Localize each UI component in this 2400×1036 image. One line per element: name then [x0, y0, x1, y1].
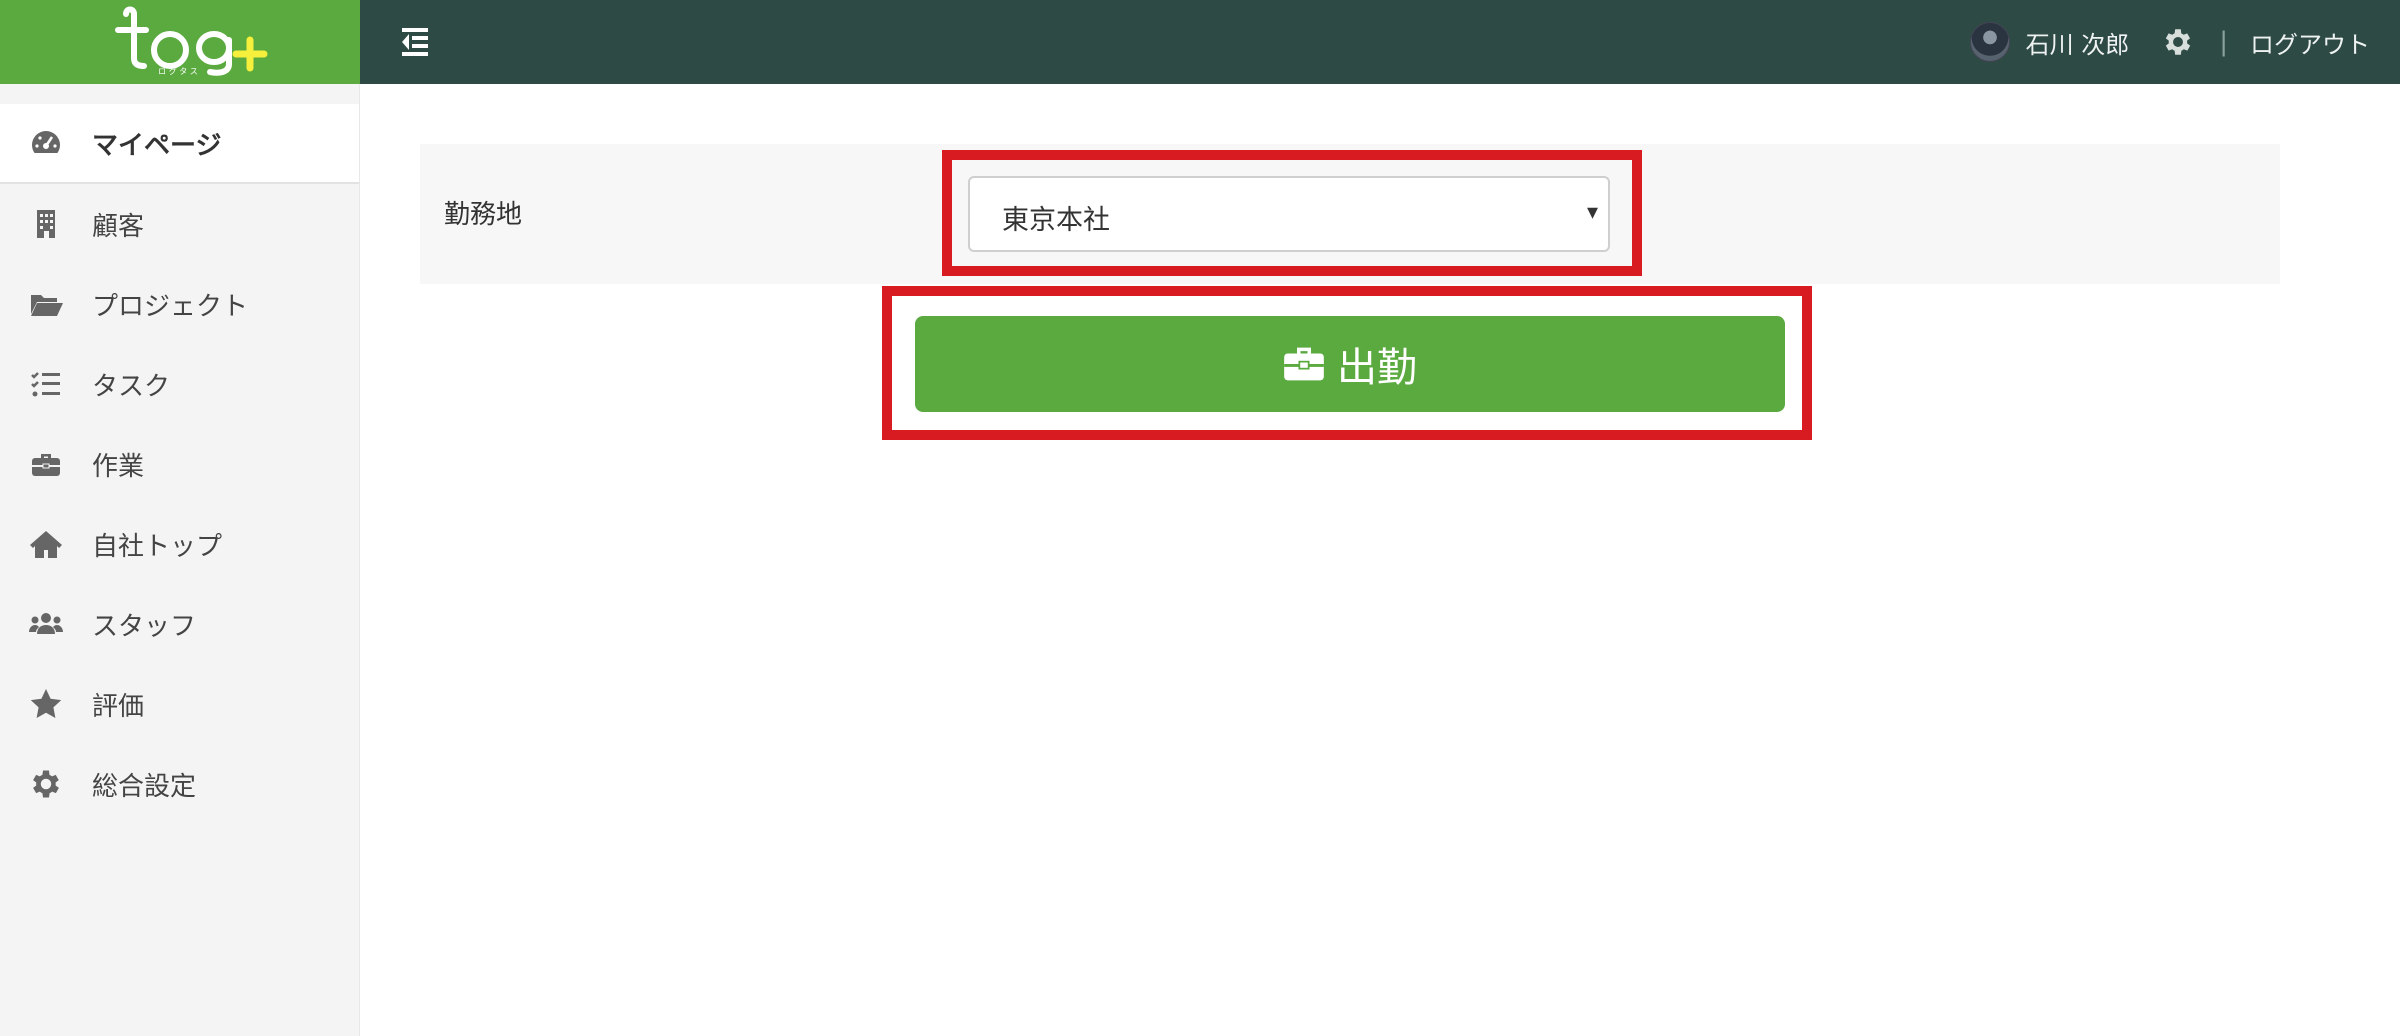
clock-in-button[interactable]: 出勤	[915, 316, 1785, 412]
sidebar-item-projects[interactable]: プロジェクト	[0, 264, 359, 344]
sidebar-item-mypage[interactable]: マイページ	[0, 104, 359, 184]
header-separator: |	[2219, 27, 2228, 57]
sidebar-item-label: 評価	[92, 691, 145, 722]
sidebar-nav: マイページ 顧客 プロジェクト タスク 作業 自社トップ スタッフ 評価 総合設…	[0, 104, 359, 824]
avatar[interactable]	[1969, 22, 2010, 62]
sidebar-toggle-button[interactable]	[398, 24, 432, 58]
sidebar-item-work[interactable]: 作業	[0, 424, 359, 504]
home-icon	[28, 526, 64, 562]
main-content: 勤務地 東京本社 ▾ 出勤	[360, 84, 2400, 1036]
sidebar-item-staff[interactable]: スタッフ	[0, 584, 359, 664]
sidebar-item-label: 総合設定	[92, 771, 197, 802]
sidebar: マイページ 顧客 プロジェクト タスク 作業 自社トップ スタッフ 評価 総合設…	[0, 84, 360, 1036]
logout-link[interactable]: ログアウト	[2250, 25, 2370, 60]
sidebar-item-general-settings[interactable]: 総合設定	[0, 744, 359, 824]
sidebar-item-tasks[interactable]: タスク	[0, 344, 359, 424]
caret-down-icon: ▾	[1586, 200, 1598, 225]
workplace-selected-value: 東京本社	[1002, 205, 1110, 236]
star-icon	[28, 686, 64, 722]
workplace-select[interactable]: 東京本社 ▾	[968, 176, 1610, 252]
workplace-label: 勤務地	[444, 200, 523, 230]
clock-in-label: 出勤	[1337, 345, 1417, 391]
folder-open-icon	[28, 286, 64, 322]
user-name[interactable]: 石川 次郎	[2026, 25, 2130, 60]
indent-icon	[402, 28, 428, 56]
briefcase-icon	[28, 446, 64, 482]
settings-gear-icon[interactable]	[2161, 25, 2195, 59]
sidebar-item-label: 作業	[92, 451, 145, 482]
sidebar-item-customers[interactable]: 顧客	[0, 184, 359, 264]
sidebar-item-label: スタッフ	[92, 611, 197, 642]
sidebar-item-label: 顧客	[92, 211, 145, 242]
sidebar-item-label: プロジェクト	[92, 291, 249, 322]
briefcase-icon	[1284, 347, 1324, 381]
sidebar-item-label: マイページ	[92, 130, 222, 161]
app-logo: ロ グ タ ス	[115, 6, 268, 76]
building-icon	[28, 206, 64, 242]
tasks-icon	[28, 366, 64, 402]
logo-subtext: ロ グ タ ス	[158, 66, 198, 76]
workplace-form-row: 勤務地 東京本社 ▾	[420, 144, 2280, 284]
user-area: 石川 次郎 | ログアウト	[1969, 0, 2370, 84]
logo-area[interactable]: ロ グ タ ス	[0, 0, 360, 84]
sidebar-item-company-top[interactable]: 自社トップ	[0, 504, 359, 584]
top-navbar: 石川 次郎 | ログアウト	[360, 0, 2400, 84]
sidebar-item-label: タスク	[92, 371, 171, 402]
sidebar-item-evaluation[interactable]: 評価	[0, 664, 359, 744]
users-icon	[28, 606, 64, 642]
gear-icon	[28, 766, 64, 802]
sidebar-item-label: 自社トップ	[92, 531, 223, 562]
dashboard-icon	[28, 125, 64, 161]
